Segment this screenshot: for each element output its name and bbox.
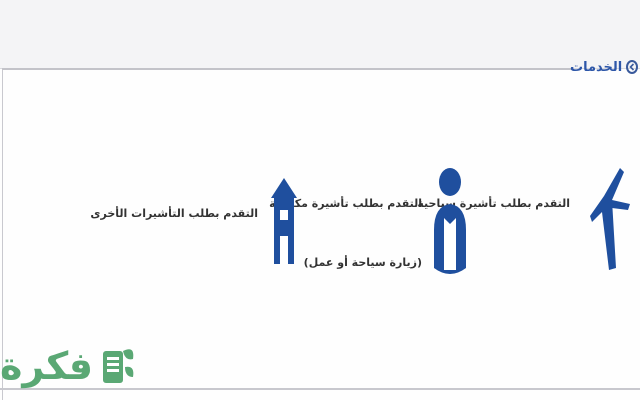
- person-icon: [430, 158, 470, 282]
- chevron-right-circle-icon: [626, 60, 639, 74]
- services-title: الخدمات: [570, 59, 623, 75]
- sponsored-visa-sublabel: (زيارة سياحة أو عمل): [303, 256, 422, 269]
- top-band: [0, 0, 640, 69]
- book-leaf-icon: [99, 339, 135, 393]
- page: الخدمات التقدم بطلب تأشيرة سياحية التقدم…: [0, 0, 640, 400]
- sponsored-visa-service[interactable]: التقدم بطلب تأشيرة مكفولة (زيارة سياحة أ…: [269, 150, 480, 300]
- airplane-icon: [590, 160, 630, 274]
- tourist-visa-service[interactable]: التقدم بطلب تأشيرة سياحية: [417, 150, 640, 280]
- other-visas-label[interactable]: التقدم بطلب التأشيرات الأخرى: [90, 202, 258, 226]
- watermark-text: فكرة: [0, 344, 94, 388]
- services-heading[interactable]: الخدمات: [570, 52, 639, 82]
- services-divider: [2, 68, 572, 70]
- house-icon: [270, 176, 298, 270]
- other-visas-service[interactable]: التقدم بطلب التأشيرات الأخرى: [90, 170, 300, 270]
- watermark: فكرة: [0, 336, 160, 396]
